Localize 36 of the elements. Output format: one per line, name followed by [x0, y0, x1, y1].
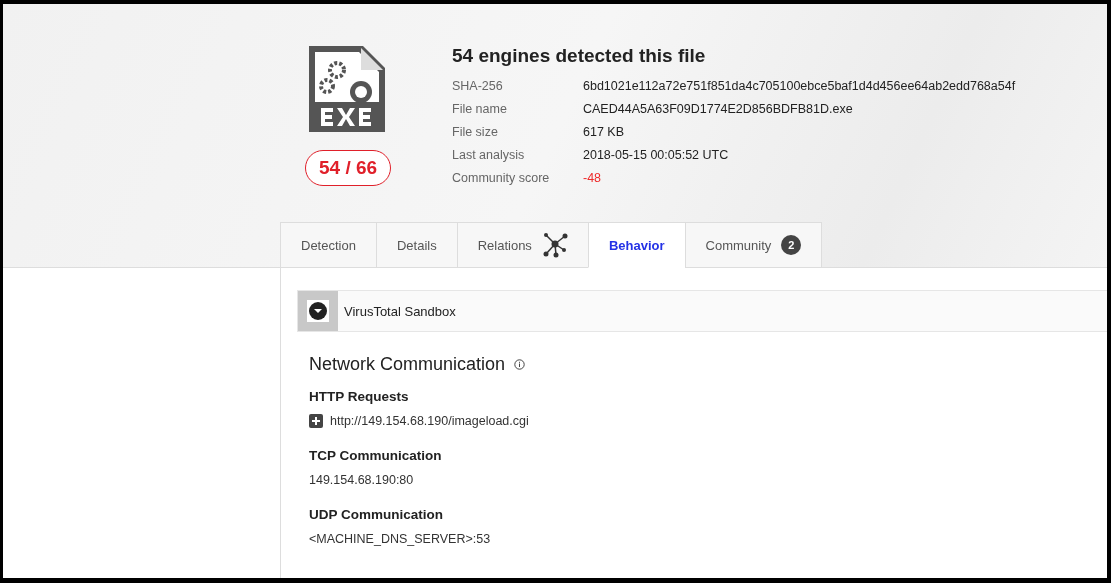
field-value: 6bd1021e112a72e751f851da4c705100ebce5baf1d4d456ee64ab2edd768a54f: [583, 78, 1016, 93]
tab[interactable]: Community 2: [684, 222, 823, 268]
tab-label: Details: [396, 237, 437, 253]
collapse-toggle[interactable]: [298, 291, 338, 331]
tab-label: Detection: [301, 237, 356, 253]
detection-ratio: 54 / 66: [305, 150, 392, 186]
tab[interactable]: Relations: [456, 222, 589, 268]
count-badge: 2: [781, 235, 802, 255]
field-value: 617 KB: [583, 124, 624, 139]
sandbox-title: VirusTotal Sandbox: [344, 303, 456, 319]
tab-label: Community: [705, 237, 772, 253]
field-label: File size: [452, 124, 499, 139]
tab[interactable]: Detection: [280, 222, 377, 268]
field-label: Community score: [452, 170, 551, 185]
network-entry: http://149.154.68.190/imageload.cgi: [330, 414, 529, 428]
plus-icon[interactable]: [309, 414, 323, 428]
tab-label: Relations: [477, 237, 532, 253]
graph-icon: [541, 232, 568, 258]
network-entry: 149.154.68.190:80: [309, 473, 414, 487]
tab-label: Behavior: [608, 237, 665, 253]
field-label: SHA-256: [452, 78, 504, 93]
field-value: CAED44A5A63F09D1774E2D856BDFB81D.exe: [583, 101, 853, 116]
group-title: HTTP Requests: [309, 389, 410, 404]
chevron-down-icon: [307, 300, 329, 322]
field-value: 2018-05-15 00:05:52 UTC: [583, 147, 729, 162]
group-title: UDP Communication: [309, 507, 444, 522]
field-label: File name: [452, 101, 508, 116]
network-entry: <MACHINE_DNS_SERVER>:53: [309, 532, 491, 546]
group-title: TCP Communication: [309, 448, 443, 463]
tab[interactable]: Behavior: [587, 222, 686, 268]
field-value: -48: [583, 170, 602, 185]
section-title: Network Communication: [309, 354, 506, 375]
info-icon[interactable]: [514, 359, 526, 370]
detection-title: 54 engines detected this file: [452, 45, 707, 67]
field-label: Last analysis: [452, 147, 526, 162]
sandbox-bar[interactable]: VirusTotal Sandbox: [297, 290, 1107, 332]
